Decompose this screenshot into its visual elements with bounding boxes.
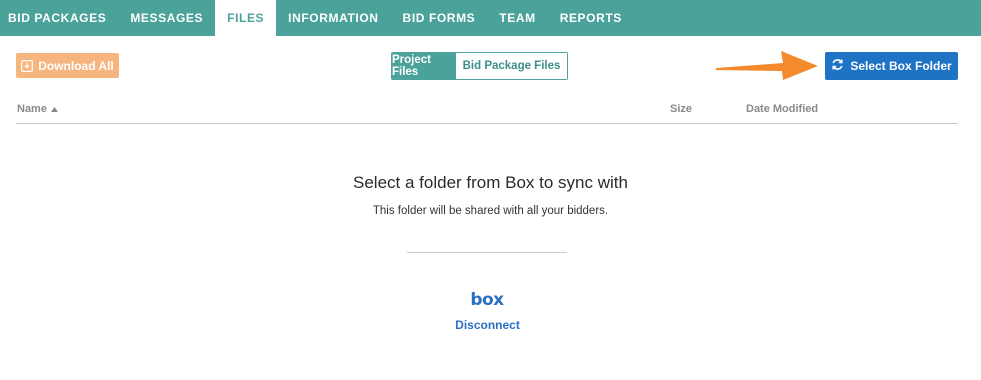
top-nav: BID PACKAGES MESSAGES FILES INFORMATION … <box>0 0 981 36</box>
tab-messages[interactable]: MESSAGES <box>118 0 215 36</box>
box-logo: box <box>470 290 504 310</box>
tab-bid-packages[interactable]: BID PACKAGES <box>0 0 118 36</box>
tab-reports[interactable]: REPORTS <box>548 0 634 36</box>
file-source-toggle: Project Files Bid Package Files <box>391 52 568 80</box>
download-icon <box>21 59 34 72</box>
download-all-button[interactable]: Download All <box>16 53 119 78</box>
select-box-folder-button[interactable]: Select Box Folder <box>825 52 958 80</box>
empty-state-divider <box>407 252 567 253</box>
arrow-annotation-icon <box>716 51 818 80</box>
bid-package-files-option[interactable]: Bid Package Files <box>456 53 567 79</box>
column-header-name[interactable]: Name <box>17 103 58 115</box>
column-header-date-modified[interactable]: Date Modified <box>746 103 818 115</box>
disconnect-link[interactable]: Disconnect <box>0 318 975 332</box>
tab-team[interactable]: TEAM <box>487 0 547 36</box>
sort-up-icon <box>50 103 58 115</box>
column-header-name-label: Name <box>17 103 47 115</box>
tab-bid-forms[interactable]: BID FORMS <box>391 0 488 36</box>
tab-information[interactable]: INFORMATION <box>276 0 390 36</box>
select-box-folder-label: Select Box Folder <box>850 59 952 73</box>
refresh-icon <box>831 58 844 74</box>
tab-files[interactable]: FILES <box>215 0 277 36</box>
column-header-size[interactable]: Size <box>670 103 692 115</box>
project-files-option[interactable]: Project Files <box>392 53 456 79</box>
table-header-divider <box>16 123 958 124</box>
download-all-label: Download All <box>38 58 114 73</box>
empty-state-title: Select a folder from Box to sync with <box>353 173 628 192</box>
empty-state-subtitle: This folder will be shared with all your… <box>372 205 609 217</box>
